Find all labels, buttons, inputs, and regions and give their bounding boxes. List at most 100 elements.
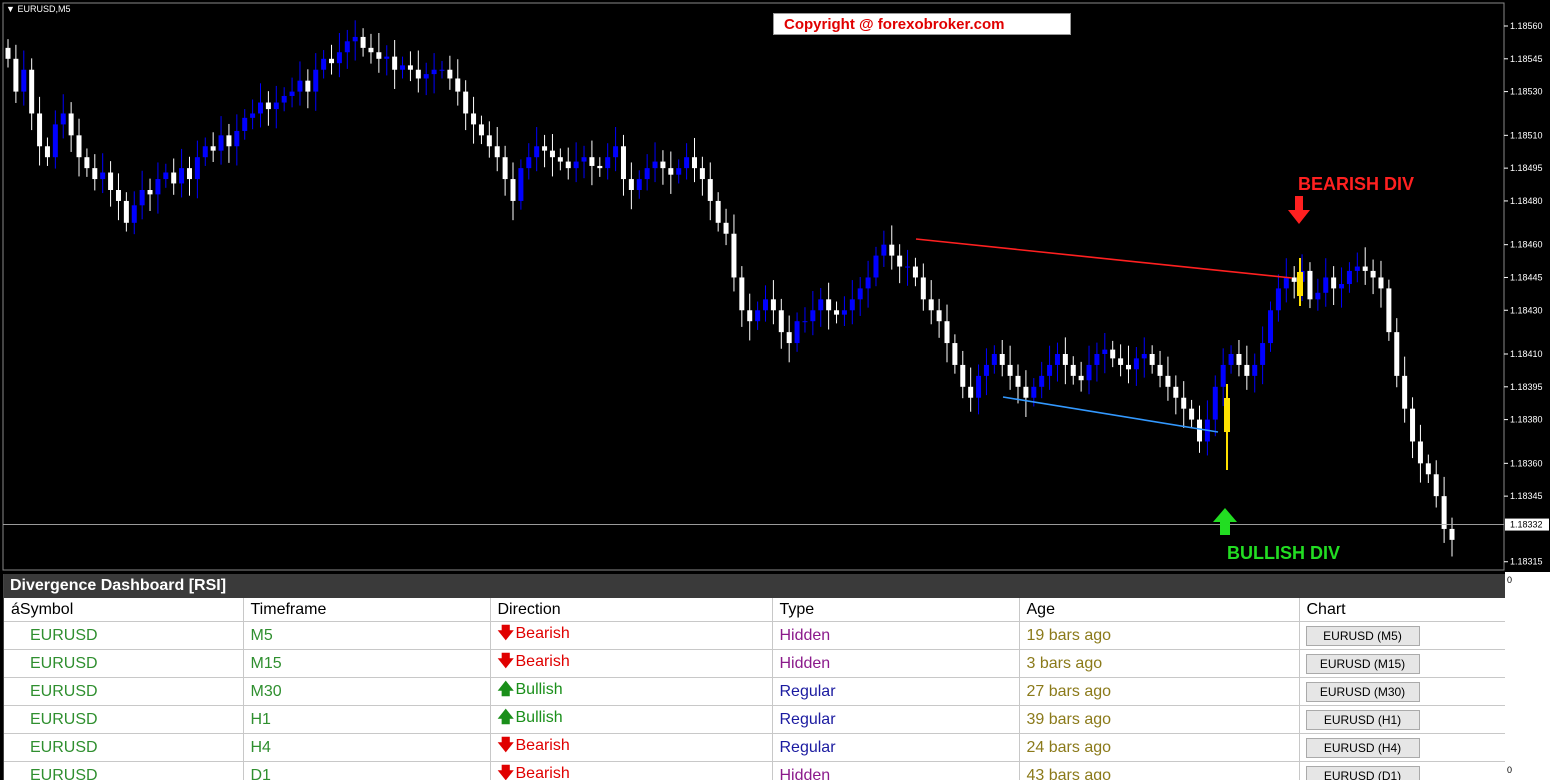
candle-body <box>415 69 421 79</box>
candle-body <box>21 69 27 92</box>
candle-body <box>123 200 129 223</box>
candle-body <box>1370 270 1376 278</box>
candle-body <box>802 321 808 323</box>
candle-body <box>1339 284 1345 289</box>
candle-body <box>818 299 824 311</box>
candle-body <box>636 179 642 190</box>
cell-age: 27 bars ago <box>1019 677 1300 706</box>
candle-body <box>194 157 200 180</box>
price-level-label: 1.18495 <box>1510 163 1543 173</box>
candle-body <box>1086 364 1092 381</box>
candle-body <box>857 288 863 300</box>
cell-timeframe: M15 <box>243 649 491 678</box>
cell-direction: 🡇Bearish <box>490 761 773 780</box>
candle-body <box>770 299 776 311</box>
candle-body <box>1189 408 1195 420</box>
col-header-type[interactable]: Type <box>772 598 1020 622</box>
candle-body <box>115 190 121 201</box>
col-header-chart[interactable]: Chart <box>1299 598 1505 622</box>
candle-body <box>778 310 784 333</box>
candle-body <box>1425 463 1431 475</box>
candle-body <box>889 244 895 256</box>
candle-body <box>265 102 271 110</box>
candle-body <box>155 179 161 195</box>
candle-body <box>739 277 745 311</box>
candle-body <box>542 146 548 151</box>
candle-body <box>534 146 540 158</box>
cell-age: 43 bars ago <box>1019 761 1300 780</box>
col-header-age[interactable]: Age <box>1019 598 1300 622</box>
candle-body <box>1433 474 1439 497</box>
price-level-label: 1.18560 <box>1510 21 1543 31</box>
candle-body <box>92 168 98 180</box>
price-level-label: 1.18380 <box>1510 415 1543 425</box>
candle-body <box>321 58 327 70</box>
cell-chart: EURUSD (M15) <box>1299 649 1505 678</box>
candle-body <box>218 135 224 151</box>
cell-age: 3 bars ago <box>1019 649 1300 678</box>
open-chart-button[interactable]: EURUSD (M30) <box>1305 681 1420 702</box>
candle-body <box>960 364 966 387</box>
cell-timeframe: H1 <box>243 705 491 734</box>
open-chart-button[interactable]: EURUSD (M5) <box>1305 625 1420 646</box>
cell-timeframe: M30 <box>243 677 491 706</box>
axis-zero-top: 0 <box>1507 575 1513 585</box>
candle-body <box>186 168 192 180</box>
bearish-divergence-line <box>915 238 1293 279</box>
candle-body <box>68 113 74 136</box>
candle-body <box>991 354 997 365</box>
candle-body <box>1410 408 1416 442</box>
price-chart[interactable]: 1.18560 1.18545 1.18530 1.18510 1.18495 1.184… <box>0 0 1550 572</box>
candle-body <box>1268 310 1274 344</box>
cell-age: 24 bars ago <box>1019 733 1300 762</box>
open-chart-button[interactable]: EURUSD (M15) <box>1305 653 1420 674</box>
candle-body <box>447 69 453 79</box>
signal-candle-body <box>1297 272 1303 296</box>
candle-body <box>518 168 524 201</box>
col-header-timeframe[interactable]: Timeframe <box>243 598 491 622</box>
candle-body <box>163 172 169 180</box>
cell-direction: 🡇Bearish <box>490 733 773 762</box>
chart-menu-triangle-icon[interactable]: ▼ <box>6 4 15 14</box>
price-level-label: 1.18360 <box>1510 458 1543 468</box>
candle-body <box>644 168 650 180</box>
candle-body <box>463 91 469 114</box>
candles <box>5 20 1455 557</box>
candle-body <box>755 310 761 322</box>
candle-body <box>336 52 342 64</box>
candle-body <box>1307 270 1313 300</box>
candle-body <box>84 157 90 169</box>
arrow-down-icon: 🡇 <box>497 765 514 780</box>
candle-body <box>234 130 240 147</box>
symbol-timeframe-text: EURUSD,M5 <box>17 4 71 14</box>
candle-body <box>273 102 279 110</box>
divergence-dashboard: Divergence Dashboard [RSI] áSymbol Timef… <box>3 574 1505 780</box>
cell-age: 19 bars ago <box>1019 621 1300 650</box>
cell-timeframe: D1 <box>243 761 491 780</box>
divergence-lines <box>915 238 1293 433</box>
copyright-banner: Copyright @ forexobroker.com <box>773 13 1071 35</box>
candle-body <box>1181 397 1187 409</box>
open-chart-button[interactable]: EURUSD (H1) <box>1305 709 1420 730</box>
candle-body <box>5 47 11 59</box>
candle-body <box>1394 332 1400 376</box>
col-header-direction[interactable]: Direction <box>490 598 773 622</box>
bearish-div-label: BEARISH DIV <box>1298 174 1414 194</box>
candle-body <box>360 36 366 48</box>
price-level-label: 1.18545 <box>1510 54 1543 64</box>
table-row: EURUSD H4 🡇Bearish Regular 24 bars ago EURUSD… <box>4 733 1505 762</box>
open-chart-button[interactable]: EURUSD (H4) <box>1305 737 1420 758</box>
candle-body <box>620 146 626 180</box>
direction-text: Bullish <box>515 681 563 698</box>
candle-body <box>305 80 311 92</box>
candlestick-chart-svg[interactable]: 1.18560 1.18545 1.18530 1.18510 1.18495 1.184… <box>0 0 1550 572</box>
cell-chart: EURUSD (M30) <box>1299 677 1505 706</box>
candle-body <box>439 69 445 71</box>
col-header-symbol[interactable]: áSymbol <box>4 598 244 622</box>
cell-timeframe: H4 <box>243 733 491 762</box>
candle-body <box>1331 277 1337 289</box>
open-chart-button[interactable]: EURUSD (D1) <box>1305 765 1420 780</box>
candle-body <box>297 80 303 92</box>
candle-body <box>171 172 177 184</box>
candle-body <box>471 113 477 125</box>
